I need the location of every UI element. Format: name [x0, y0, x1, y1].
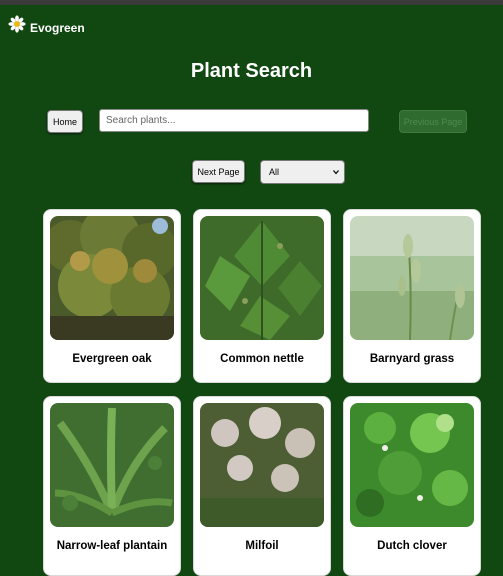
plant-photo-narrow-leaf-plantain [50, 403, 174, 527]
window-top-strip [0, 0, 503, 5]
page-title: Plant Search [190, 60, 313, 82]
plant-card[interactable]: Dutch clover [343, 396, 481, 576]
plant-card[interactable]: Evergreen oak [43, 209, 181, 383]
plant-name: Dutch clover [377, 540, 447, 552]
plant-card[interactable]: Barnyard grass [343, 209, 481, 383]
plant-name: Common nettle [220, 353, 304, 365]
plant-photo-milfoil [200, 403, 324, 527]
category-filter-select[interactable]: All [260, 160, 345, 184]
app-name: Evogreen [30, 21, 85, 35]
daisy-icon [8, 15, 26, 33]
previous-page-button[interactable]: Previous Page [399, 110, 467, 133]
search-input[interactable] [99, 109, 369, 132]
plant-photo-dutch-clover [350, 403, 474, 527]
home-button[interactable]: Home [47, 110, 83, 133]
plant-name: Narrow-leaf plantain [56, 540, 168, 552]
plant-card[interactable]: Milfoil [193, 396, 331, 576]
plant-name: Evergreen oak [72, 353, 152, 365]
next-page-button[interactable]: Next Page [192, 160, 245, 183]
plant-name: Barnyard grass [369, 353, 455, 365]
plant-card[interactable]: Narrow-leaf plantain [43, 396, 181, 576]
plant-photo-evergreen-oak [50, 216, 174, 340]
chevron-down-icon [333, 170, 339, 175]
filter-selected-value: All [269, 167, 280, 177]
plant-photo-barnyard-grass [350, 216, 474, 340]
plant-name: Milfoil [245, 540, 279, 552]
plant-photo-common-nettle [200, 216, 324, 340]
brand[interactable]: Evogreen [8, 13, 85, 35]
plant-card[interactable]: Common nettle [193, 209, 331, 383]
